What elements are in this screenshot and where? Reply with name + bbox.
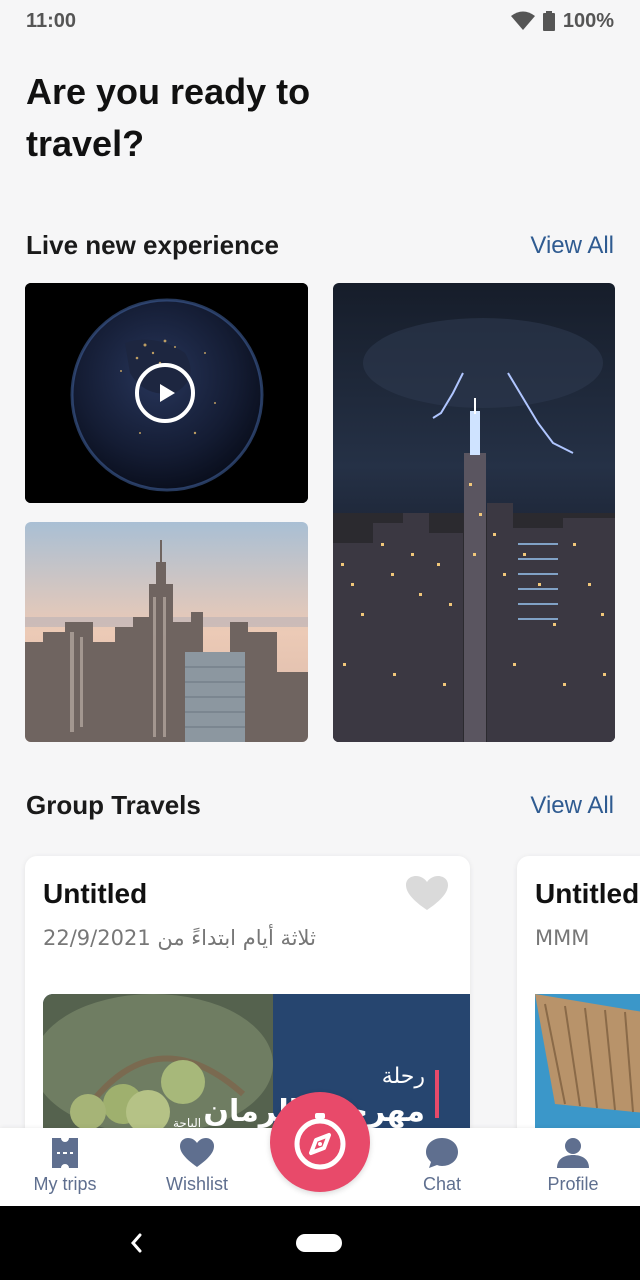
person-icon [557,1138,589,1168]
nav-label-profile: Profile [547,1174,599,1194]
heart-icon[interactable] [406,876,448,912]
skyline-day-image [25,522,308,742]
play-button[interactable] [135,363,195,423]
status-bar: 11:00 100% [0,0,640,42]
nav-label-wishlist: Wishlist [166,1174,228,1194]
system-nav-bar [0,1206,640,1280]
card-title-2: Untitled [535,878,640,909]
ticket-icon [52,1138,78,1168]
explore-fab-button[interactable] [270,1092,370,1192]
card-image-text-top: رحلة [381,1064,425,1089]
nav-item-chat[interactable]: Chat [387,1138,497,1195]
skyline-night-image [333,283,615,742]
earth-video-tile[interactable] [25,283,308,503]
app-screen: 11:00 100% Are you ready to travel? Live… [0,0,640,1280]
experience-header: Live new experience View All [26,230,614,261]
play-icon [159,384,175,402]
group-travel-card-2[interactable]: Untitled MMM [517,856,640,1156]
nav-label-chat: Chat [422,1174,462,1194]
experience-title: Live new experience [26,230,279,260]
wifi-icon [510,11,535,30]
page-title: Are you ready to travel? [26,71,311,164]
skyline-day-tile[interactable] [25,522,308,742]
chat-bubble-icon [426,1138,458,1168]
status-icons: 100% [510,9,614,33]
home-button[interactable] [296,1234,342,1252]
nav-item-wishlist[interactable]: Wishlist [142,1138,252,1195]
card-subtitle: ثلاثة أيام ابتداءً من 22/9/2021 [43,926,316,950]
group-title: Group Travels [26,790,201,820]
back-icon[interactable] [126,1230,146,1256]
battery-icon [542,11,555,31]
card-image-accent-bar [435,1070,439,1118]
battery-percent: 100% [562,9,614,32]
group-view-all-link[interactable]: View All [530,792,614,820]
experience-view-all-link[interactable]: View All [530,232,614,260]
card-title: Untitled [43,878,148,909]
heart-icon [180,1138,214,1167]
skyline-night-tile[interactable] [333,283,615,742]
nav-item-profile[interactable]: Profile [518,1138,628,1195]
nav-item-my-trips[interactable]: My trips [10,1138,120,1195]
group-travel-card[interactable]: Untitled ثلاثة أيام ابتداءً من 22/9/2021… [25,856,470,1156]
group-header: Group Travels View All [26,790,614,821]
nav-label-my-trips: My trips [33,1174,97,1194]
card-subtitle-2: MMM [535,926,590,950]
compass-icon [294,1113,346,1170]
status-time: 11:00 [26,9,77,32]
